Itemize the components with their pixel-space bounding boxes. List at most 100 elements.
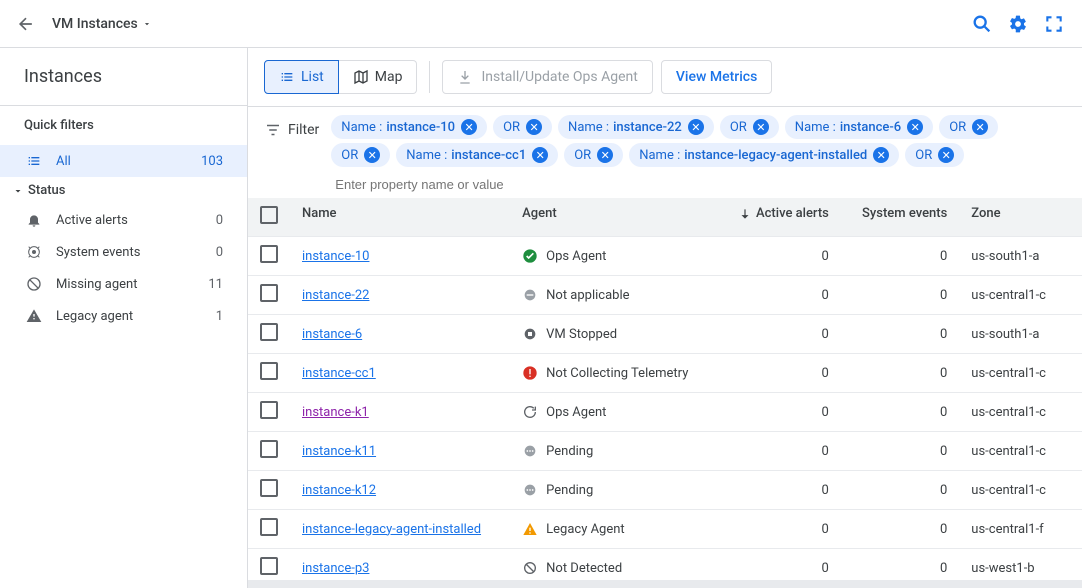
instance-link[interactable]: instance-6 xyxy=(302,327,362,342)
row-checkbox[interactable] xyxy=(260,362,278,380)
active-alerts-cell: 0 xyxy=(716,354,840,393)
chip-key: OR xyxy=(915,148,932,163)
chip-remove-icon[interactable]: ✕ xyxy=(532,147,548,163)
column-agent[interactable]: Agent xyxy=(510,198,716,237)
column-name[interactable]: Name xyxy=(290,198,510,237)
gear-icon[interactable] xyxy=(1006,12,1030,36)
instance-link[interactable]: instance-22 xyxy=(302,288,369,303)
fullscreen-icon[interactable] xyxy=(1042,12,1066,36)
chip-remove-icon[interactable]: ✕ xyxy=(907,119,923,135)
sidebar-item-all[interactable]: All 103 xyxy=(0,145,247,177)
sort-down-icon xyxy=(738,207,752,221)
chip-value: instance-cc1 xyxy=(451,148,526,163)
table-row: instance-p3 Not Detected 0 0 us-west1-b xyxy=(248,549,1082,581)
chip-remove-icon[interactable]: ✕ xyxy=(753,119,769,135)
quick-filters-label: Quick filters xyxy=(0,106,247,145)
sidebar: Instances Quick filters All 103 Status A… xyxy=(0,48,248,588)
page-title-dropdown[interactable]: VM Instances xyxy=(52,16,152,32)
row-checkbox[interactable] xyxy=(260,401,278,419)
sidebar-item-legacy-agent[interactable]: Legacy agent 1 xyxy=(0,300,247,332)
error-icon xyxy=(522,365,538,381)
instances-table: Name Agent Active alerts System events Z… xyxy=(248,198,1082,580)
stop-icon xyxy=(522,326,538,342)
row-checkbox[interactable] xyxy=(260,323,278,341)
row-checkbox[interactable] xyxy=(260,557,278,575)
agent-status: Not Collecting Telemetry xyxy=(546,366,688,381)
sidebar-item-count: 11 xyxy=(208,277,223,292)
sidebar-item-count: 1 xyxy=(216,309,223,324)
filter-chip-or[interactable]: OR✕ xyxy=(493,115,552,139)
zone-cell: us-central1-c xyxy=(959,432,1082,471)
row-checkbox[interactable] xyxy=(260,284,278,302)
row-checkbox[interactable] xyxy=(260,518,278,536)
filter-chip[interactable]: Name : instance-22✕ xyxy=(558,115,714,139)
chip-key: Name : xyxy=(639,148,680,163)
sidebar-item-system-events[interactable]: System events 0 xyxy=(0,236,247,268)
sidebar-item-missing-agent[interactable]: Missing agent 11 xyxy=(0,268,247,300)
chip-remove-icon[interactable]: ✕ xyxy=(938,147,954,163)
main: List Map Install/Update Ops Agent View M… xyxy=(248,48,1082,588)
filter-chip-or[interactable]: OR ✕ xyxy=(905,143,964,167)
filter-chip[interactable]: Name : instance-6✕ xyxy=(785,115,933,139)
active-alerts-cell: 0 xyxy=(716,471,840,510)
sidebar-item-label: All xyxy=(56,154,201,169)
filter-chip-or[interactable]: OR✕ xyxy=(564,143,623,167)
chip-remove-icon[interactable]: ✕ xyxy=(688,119,704,135)
chip-key: Name : xyxy=(795,120,836,135)
zone-cell: us-central1-c xyxy=(959,354,1082,393)
filter-chip[interactable]: Name : instance-legacy-agent-installed✕ xyxy=(629,143,899,167)
pending-icon xyxy=(522,443,538,459)
chip-value: instance-22 xyxy=(613,120,682,135)
horizontal-scrollbar[interactable] xyxy=(248,580,1082,588)
map-label: Map xyxy=(375,69,403,85)
row-checkbox[interactable] xyxy=(260,440,278,458)
instance-link[interactable]: instance-10 xyxy=(302,249,369,264)
instance-link[interactable]: instance-k1 xyxy=(302,405,369,420)
chip-remove-icon[interactable]: ✕ xyxy=(597,147,613,163)
back-button[interactable] xyxy=(16,14,36,34)
row-checkbox[interactable] xyxy=(260,245,278,263)
chip-remove-icon[interactable]: ✕ xyxy=(461,119,477,135)
system-events-cell: 0 xyxy=(841,393,959,432)
sidebar-status-toggle[interactable]: Status xyxy=(0,177,247,204)
filter-input[interactable] xyxy=(331,171,1066,198)
sidebar-item-count: 0 xyxy=(216,245,223,260)
chip-remove-icon[interactable]: ✕ xyxy=(526,119,542,135)
system-events-cell: 0 xyxy=(841,510,959,549)
instance-link[interactable]: instance-k11 xyxy=(302,444,376,459)
filter-chip[interactable]: Name : instance-cc1✕ xyxy=(396,143,558,167)
select-all-checkbox[interactable] xyxy=(260,206,278,224)
bell-icon xyxy=(24,210,44,230)
chip-key: OR xyxy=(341,148,358,163)
instance-link[interactable]: instance-cc1 xyxy=(302,366,376,381)
view-metrics-button[interactable]: View Metrics xyxy=(661,60,772,94)
filter-chip-or[interactable]: OR ✕ xyxy=(331,143,390,167)
agent-status: Not applicable xyxy=(546,288,629,303)
chip-remove-icon[interactable]: ✕ xyxy=(364,147,380,163)
minus-icon xyxy=(522,287,538,303)
list-toggle-button[interactable]: List xyxy=(264,60,339,94)
zone-cell: us-south1-a xyxy=(959,315,1082,354)
row-checkbox[interactable] xyxy=(260,479,278,497)
instance-link[interactable]: instance-k12 xyxy=(302,483,376,498)
column-zone[interactable]: Zone xyxy=(959,198,1082,237)
agent-status: Legacy Agent xyxy=(546,522,625,537)
search-icon[interactable] xyxy=(970,12,994,36)
instance-link[interactable]: instance-p3 xyxy=(302,561,369,576)
zone-cell: us-central1-c xyxy=(959,276,1082,315)
column-system-events[interactable]: System events xyxy=(841,198,959,237)
page-title: VM Instances xyxy=(52,16,138,32)
table-row: instance-6 VM Stopped 0 0 us-south1-a xyxy=(248,315,1082,354)
filter-chip[interactable]: Name : instance-10✕ xyxy=(331,115,487,139)
map-toggle-button[interactable]: Map xyxy=(339,60,418,94)
system-events-cell: 0 xyxy=(841,432,959,471)
column-active-alerts[interactable]: Active alerts xyxy=(716,198,840,237)
filter-chip-or[interactable]: OR✕ xyxy=(720,115,779,139)
sidebar-item-active-alerts[interactable]: Active alerts 0 xyxy=(0,204,247,236)
install-ops-agent-button[interactable]: Install/Update Ops Agent xyxy=(442,60,652,94)
filter-chip-or[interactable]: OR✕ xyxy=(939,115,998,139)
chip-remove-icon[interactable]: ✕ xyxy=(873,147,889,163)
filter-label-wrap: Filter xyxy=(264,115,319,139)
chip-remove-icon[interactable]: ✕ xyxy=(972,119,988,135)
instance-link[interactable]: instance-legacy-agent-installed xyxy=(302,522,481,537)
